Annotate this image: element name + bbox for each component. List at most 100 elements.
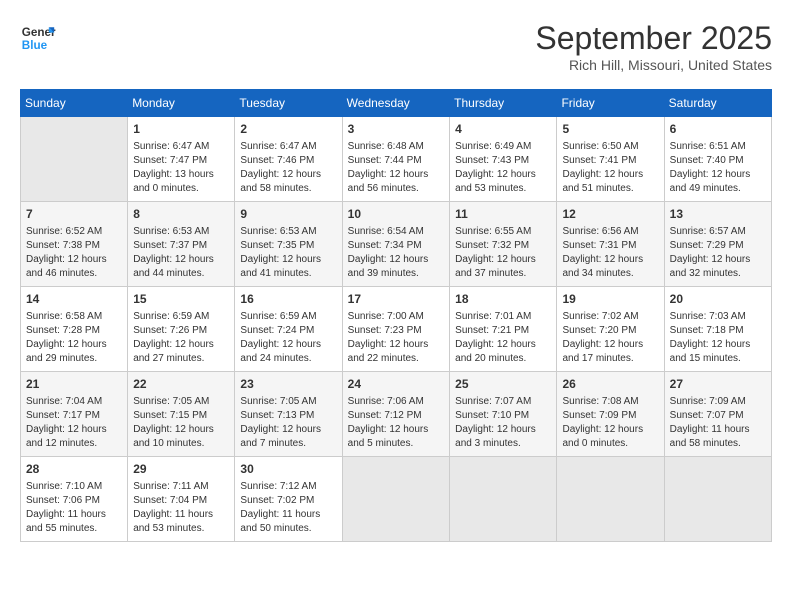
day-info: Sunrise: 6:52 AM Sunset: 7:38 PM Dayligh…: [26, 225, 122, 281]
calendar-cell: [664, 457, 771, 542]
calendar-cell: 24 Sunrise: 7:06 AM Sunset: 7:12 PM Dayli…: [342, 372, 450, 457]
calendar-cell: 16 Sunrise: 6:59 AM Sunset: 7:24 PM Dayli…: [235, 287, 342, 372]
day-info: Sunrise: 6:59 AM Sunset: 7:26 PM Dayligh…: [133, 310, 229, 366]
day-number: 12: [562, 206, 658, 223]
calendar-cell: 5Sunrise: 6:50 AM Sunset: 7:41 PM Daylig…: [557, 117, 664, 202]
day-info: Sunrise: 7:10 AM Sunset: 7:06 PM Dayligh…: [26, 480, 122, 536]
day-number: 24: [348, 376, 445, 393]
calendar-cell: 10Sunrise: 6:54 AM Sunset: 7:34 PM Dayli…: [342, 202, 450, 287]
day-number: 2: [240, 121, 336, 138]
day-number: 8: [133, 206, 229, 223]
calendar-cell: [450, 457, 557, 542]
day-info: Sunrise: 6:55 AM Sunset: 7:32 PM Dayligh…: [455, 225, 551, 281]
weekday-header-wednesday: Wednesday: [342, 90, 450, 117]
calendar-cell: 7Sunrise: 6:52 AM Sunset: 7:38 PM Daylig…: [21, 202, 128, 287]
day-info: Sunrise: 7:04 AM Sunset: 7:17 PM Dayligh…: [26, 395, 122, 451]
day-info: Sunrise: 6:50 AM Sunset: 7:41 PM Dayligh…: [562, 140, 658, 196]
calendar-cell: 6 Sunrise: 6:51 AM Sunset: 7:40 PM Daylig…: [664, 117, 771, 202]
day-number: 13: [670, 206, 766, 223]
day-info: Sunrise: 6:47 AM Sunset: 7:46 PM Dayligh…: [240, 140, 336, 196]
calendar-cell: 28 Sunrise: 7:10 AM Sunset: 7:06 PM Dayli…: [21, 457, 128, 542]
calendar-week-3: 14 Sunrise: 6:58 AM Sunset: 7:28 PM Dayli…: [21, 287, 772, 372]
day-info: Sunrise: 7:05 AM Sunset: 7:15 PM Dayligh…: [133, 395, 229, 451]
month-title: September 2025: [535, 20, 772, 57]
calendar-cell: 25 Sunrise: 7:07 AM Sunset: 7:10 PM Dayli…: [450, 372, 557, 457]
calendar-cell: [557, 457, 664, 542]
day-number: 23: [240, 376, 336, 393]
svg-text:Blue: Blue: [22, 39, 48, 52]
calendar-cell: 14 Sunrise: 6:58 AM Sunset: 7:28 PM Dayli…: [21, 287, 128, 372]
weekday-header-row: SundayMondayTuesdayWednesdayThursdayFrid…: [21, 90, 772, 117]
day-number: 22: [133, 376, 229, 393]
page-header: General Blue September 2025 Rich Hill, M…: [20, 20, 772, 73]
logo: General Blue: [20, 20, 56, 56]
calendar-cell: 27 Sunrise: 7:09 AM Sunset: 7:07 PM Dayli…: [664, 372, 771, 457]
calendar-cell: 9 Sunrise: 6:53 AM Sunset: 7:35 PM Daylig…: [235, 202, 342, 287]
day-info: Sunrise: 6:51 AM Sunset: 7:40 PM Dayligh…: [670, 140, 766, 196]
calendar-cell: 22 Sunrise: 7:05 AM Sunset: 7:15 PM Dayli…: [128, 372, 235, 457]
day-number: 15: [133, 291, 229, 308]
day-number: 9: [240, 206, 336, 223]
day-info: Sunrise: 6:47 AM Sunset: 7:47 PM Dayligh…: [133, 140, 229, 196]
calendar-cell: 20Sunrise: 7:03 AM Sunset: 7:18 PM Dayli…: [664, 287, 771, 372]
day-number: 26: [562, 376, 658, 393]
day-number: 28: [26, 461, 122, 478]
calendar-cell: 21Sunrise: 7:04 AM Sunset: 7:17 PM Dayli…: [21, 372, 128, 457]
logo-icon: General Blue: [20, 20, 56, 56]
day-info: Sunrise: 7:02 AM Sunset: 7:20 PM Dayligh…: [562, 310, 658, 366]
calendar-cell: 8 Sunrise: 6:53 AM Sunset: 7:37 PM Daylig…: [128, 202, 235, 287]
day-info: Sunrise: 7:00 AM Sunset: 7:23 PM Dayligh…: [348, 310, 445, 366]
calendar-week-4: 21Sunrise: 7:04 AM Sunset: 7:17 PM Dayli…: [21, 372, 772, 457]
calendar-cell: 2 Sunrise: 6:47 AM Sunset: 7:46 PM Daylig…: [235, 117, 342, 202]
calendar-cell: 1 Sunrise: 6:47 AM Sunset: 7:47 PM Daylig…: [128, 117, 235, 202]
calendar-cell: 3 Sunrise: 6:48 AM Sunset: 7:44 PM Daylig…: [342, 117, 450, 202]
day-info: Sunrise: 7:08 AM Sunset: 7:09 PM Dayligh…: [562, 395, 658, 451]
calendar-cell: 19 Sunrise: 7:02 AM Sunset: 7:20 PM Dayli…: [557, 287, 664, 372]
day-info: Sunrise: 6:53 AM Sunset: 7:37 PM Dayligh…: [133, 225, 229, 281]
calendar-cell: 4Sunrise: 6:49 AM Sunset: 7:43 PM Daylig…: [450, 117, 557, 202]
day-number: 11: [455, 206, 551, 223]
day-info: Sunrise: 7:06 AM Sunset: 7:12 PM Dayligh…: [348, 395, 445, 451]
day-number: 1: [133, 121, 229, 138]
calendar-week-5: 28 Sunrise: 7:10 AM Sunset: 7:06 PM Dayli…: [21, 457, 772, 542]
day-info: Sunrise: 6:59 AM Sunset: 7:24 PM Dayligh…: [240, 310, 336, 366]
day-number: 14: [26, 291, 122, 308]
calendar-week-1: 1 Sunrise: 6:47 AM Sunset: 7:47 PM Daylig…: [21, 117, 772, 202]
day-number: 20: [670, 291, 766, 308]
day-number: 17: [348, 291, 445, 308]
calendar-table: SundayMondayTuesdayWednesdayThursdayFrid…: [20, 89, 772, 542]
calendar-cell: 29Sunrise: 7:11 AM Sunset: 7:04 PM Dayli…: [128, 457, 235, 542]
day-number: 27: [670, 376, 766, 393]
day-number: 19: [562, 291, 658, 308]
calendar-week-2: 7Sunrise: 6:52 AM Sunset: 7:38 PM Daylig…: [21, 202, 772, 287]
day-number: 18: [455, 291, 551, 308]
weekday-header-sunday: Sunday: [21, 90, 128, 117]
location: Rich Hill, Missouri, United States: [535, 57, 772, 73]
day-number: 10: [348, 206, 445, 223]
calendar-cell: 17 Sunrise: 7:00 AM Sunset: 7:23 PM Dayli…: [342, 287, 450, 372]
weekday-header-tuesday: Tuesday: [235, 90, 342, 117]
calendar-cell: [21, 117, 128, 202]
day-info: Sunrise: 7:12 AM Sunset: 7:02 PM Dayligh…: [240, 480, 336, 536]
day-info: Sunrise: 7:01 AM Sunset: 7:21 PM Dayligh…: [455, 310, 551, 366]
day-number: 6: [670, 121, 766, 138]
weekday-header-thursday: Thursday: [450, 90, 557, 117]
day-info: Sunrise: 7:09 AM Sunset: 7:07 PM Dayligh…: [670, 395, 766, 451]
day-info: Sunrise: 6:48 AM Sunset: 7:44 PM Dayligh…: [348, 140, 445, 196]
title-block: September 2025 Rich Hill, Missouri, Unit…: [535, 20, 772, 73]
day-info: Sunrise: 6:49 AM Sunset: 7:43 PM Dayligh…: [455, 140, 551, 196]
day-info: Sunrise: 7:07 AM Sunset: 7:10 PM Dayligh…: [455, 395, 551, 451]
calendar-cell: 26 Sunrise: 7:08 AM Sunset: 7:09 PM Dayli…: [557, 372, 664, 457]
calendar-cell: 23Sunrise: 7:05 AM Sunset: 7:13 PM Dayli…: [235, 372, 342, 457]
day-info: Sunrise: 7:11 AM Sunset: 7:04 PM Dayligh…: [133, 480, 229, 536]
day-number: 3: [348, 121, 445, 138]
day-number: 16: [240, 291, 336, 308]
day-number: 30: [240, 461, 336, 478]
day-info: Sunrise: 6:53 AM Sunset: 7:35 PM Dayligh…: [240, 225, 336, 281]
day-info: Sunrise: 6:56 AM Sunset: 7:31 PM Dayligh…: [562, 225, 658, 281]
day-info: Sunrise: 6:58 AM Sunset: 7:28 PM Dayligh…: [26, 310, 122, 366]
day-number: 25: [455, 376, 551, 393]
calendar-cell: 11 Sunrise: 6:55 AM Sunset: 7:32 PM Dayli…: [450, 202, 557, 287]
weekday-header-saturday: Saturday: [664, 90, 771, 117]
calendar-cell: [342, 457, 450, 542]
